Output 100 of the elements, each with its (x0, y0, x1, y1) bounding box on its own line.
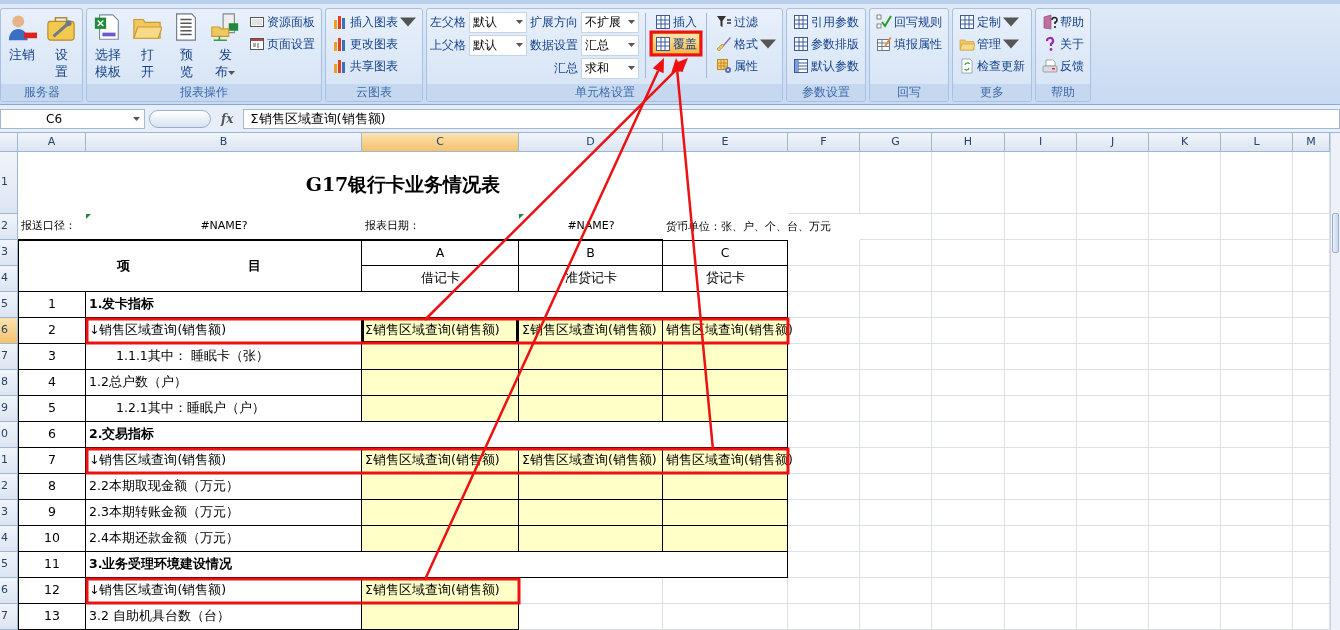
empty-cell (860, 318, 932, 344)
scrollbar-thumb[interactable] (1332, 213, 1339, 253)
table-cell: 1.1.1其中： 睡眠卡（张） (86, 344, 362, 370)
group-label: 回写 (870, 84, 948, 101)
toolbar-button[interactable]: 更改图表 (329, 33, 419, 54)
toolbar-button[interactable]: 反馈 (1039, 55, 1087, 76)
toolbar-button[interactable]: 关于 (1039, 33, 1087, 54)
toolbar-button[interactable]: 页面设置 (246, 33, 318, 54)
column-header[interactable]: L (1221, 133, 1293, 152)
empty-cell (1149, 578, 1221, 604)
row-header[interactable]: 0 (0, 422, 18, 448)
column-header[interactable]: K (1149, 133, 1221, 152)
splitter-handle[interactable] (149, 109, 211, 128)
row-header[interactable]: 4 (0, 266, 18, 292)
row-header[interactable]: 9 (0, 396, 18, 422)
toolbar-button[interactable]: 发 布 (207, 11, 243, 81)
empty-cell (860, 214, 932, 240)
name-box[interactable]: C6 (0, 108, 145, 129)
column-heading: A (362, 240, 519, 266)
empty-cell (1221, 318, 1293, 344)
empty-cell (860, 396, 932, 422)
row-header[interactable]: 1 (0, 152, 18, 214)
toolbar-button[interactable]: 资源面板 (246, 11, 318, 32)
row-header[interactable]: 5 (0, 292, 18, 318)
column-header[interactable]: M (1293, 133, 1330, 152)
toolbar-button[interactable]: 打 开 (129, 11, 165, 81)
row-header[interactable]: 1 (0, 448, 18, 474)
group-label: 参数设置 (787, 84, 865, 101)
toolbar-button[interactable]: 设 置 (43, 11, 79, 81)
empty-cell (1005, 370, 1077, 396)
insert-function-button[interactable]: fx (215, 109, 240, 128)
dropdown[interactable]: 不扩展 (581, 11, 639, 33)
column-header[interactable]: F (788, 133, 860, 152)
empty-cell (788, 604, 860, 630)
dropdown[interactable]: 汇总 (581, 34, 639, 56)
table-cell: 9 (18, 500, 86, 526)
empty-cell (1005, 152, 1077, 214)
row-header[interactable]: 4 (0, 526, 18, 552)
toolbar-button[interactable]: 预 览 (168, 11, 204, 81)
column-header[interactable]: J (1077, 133, 1149, 152)
toolbar-button[interactable]: 格式 (713, 33, 779, 54)
toolbar-button[interactable]: 选择 模板 (90, 11, 126, 81)
column-header[interactable]: B (86, 133, 362, 152)
toolbar-button[interactable]: 注销 (4, 11, 40, 64)
empty-cell (1221, 370, 1293, 396)
toolbar-button[interactable]: 回写规则 (873, 11, 945, 32)
empty-cell (1005, 266, 1077, 292)
row-header[interactable]: 2 (0, 474, 18, 500)
toolbar-button[interactable]: 引用参数 (790, 11, 862, 32)
empty-cell (1005, 604, 1077, 630)
empty-cell (1005, 396, 1077, 422)
empty-cell (860, 344, 932, 370)
dropdown[interactable]: 默认 (469, 34, 527, 56)
dropdown[interactable]: 求和 (581, 57, 639, 79)
toolbar-button[interactable]: 参数排版 (790, 33, 862, 54)
row-header[interactable]: 8 (0, 370, 18, 396)
column-header[interactable]: I (1005, 133, 1077, 152)
column-header[interactable]: C (362, 133, 519, 152)
toolbar-button[interactable]: 共享图表 (329, 55, 419, 76)
caret-icon (516, 43, 523, 47)
row-header[interactable]: 7 (0, 344, 18, 370)
bar-chart-icon (332, 57, 348, 74)
toolbar-button[interactable]: 填报属性 (873, 33, 945, 54)
column-header[interactable]: H (932, 133, 1005, 152)
toolbar-button[interactable]: 插入图表 (329, 11, 419, 32)
toolbar-button[interactable]: 默认参数 (790, 55, 862, 76)
vertical-scrollbar[interactable] (1330, 133, 1340, 630)
toolbar-button[interactable]: 定制 (956, 11, 1028, 32)
toolbar-button[interactable]: 帮助 (1039, 11, 1087, 32)
empty-cell (1005, 214, 1077, 240)
toolbar-button[interactable]: 属性 (713, 55, 779, 76)
row-header[interactable]: 2 (0, 214, 18, 240)
row-header[interactable]: 6 (0, 318, 18, 344)
toolbar-button[interactable]: 插入 (652, 11, 700, 32)
empty-cell (1077, 448, 1149, 474)
toolbar-button[interactable]: 检查更新 (956, 55, 1028, 76)
table-cell: 1.2总户数（户） (86, 370, 362, 396)
empty-cell (1221, 604, 1293, 630)
formula-field[interactable]: Σ销售区域查询(销售额) (243, 108, 1340, 129)
row-header[interactable]: 3 (0, 500, 18, 526)
row-header[interactable]: 6 (0, 578, 18, 604)
group-label: 云图表 (326, 84, 422, 101)
toolbar-button[interactable]: 管理 (956, 33, 1028, 54)
table-icon (793, 13, 809, 30)
caret-icon (133, 116, 140, 121)
row-header[interactable]: 3 (0, 240, 18, 266)
row-header[interactable]: 7 (0, 604, 18, 630)
row-header[interactable]: 5 (0, 552, 18, 578)
dropdown[interactable]: 默认 (469, 11, 527, 33)
empty-cell (1149, 266, 1221, 292)
empty-cell (1221, 266, 1293, 292)
toolbar-button[interactable]: 过滤 (713, 11, 779, 32)
empty-cell (1077, 292, 1149, 318)
document-arrows-icon (959, 57, 975, 74)
column-header[interactable]: G (860, 133, 932, 152)
select-all-button[interactable] (0, 133, 18, 152)
column-header[interactable]: E (663, 133, 788, 152)
column-header[interactable]: D (519, 133, 663, 152)
table-gear-icon (716, 57, 732, 74)
column-header[interactable]: A (18, 133, 86, 152)
